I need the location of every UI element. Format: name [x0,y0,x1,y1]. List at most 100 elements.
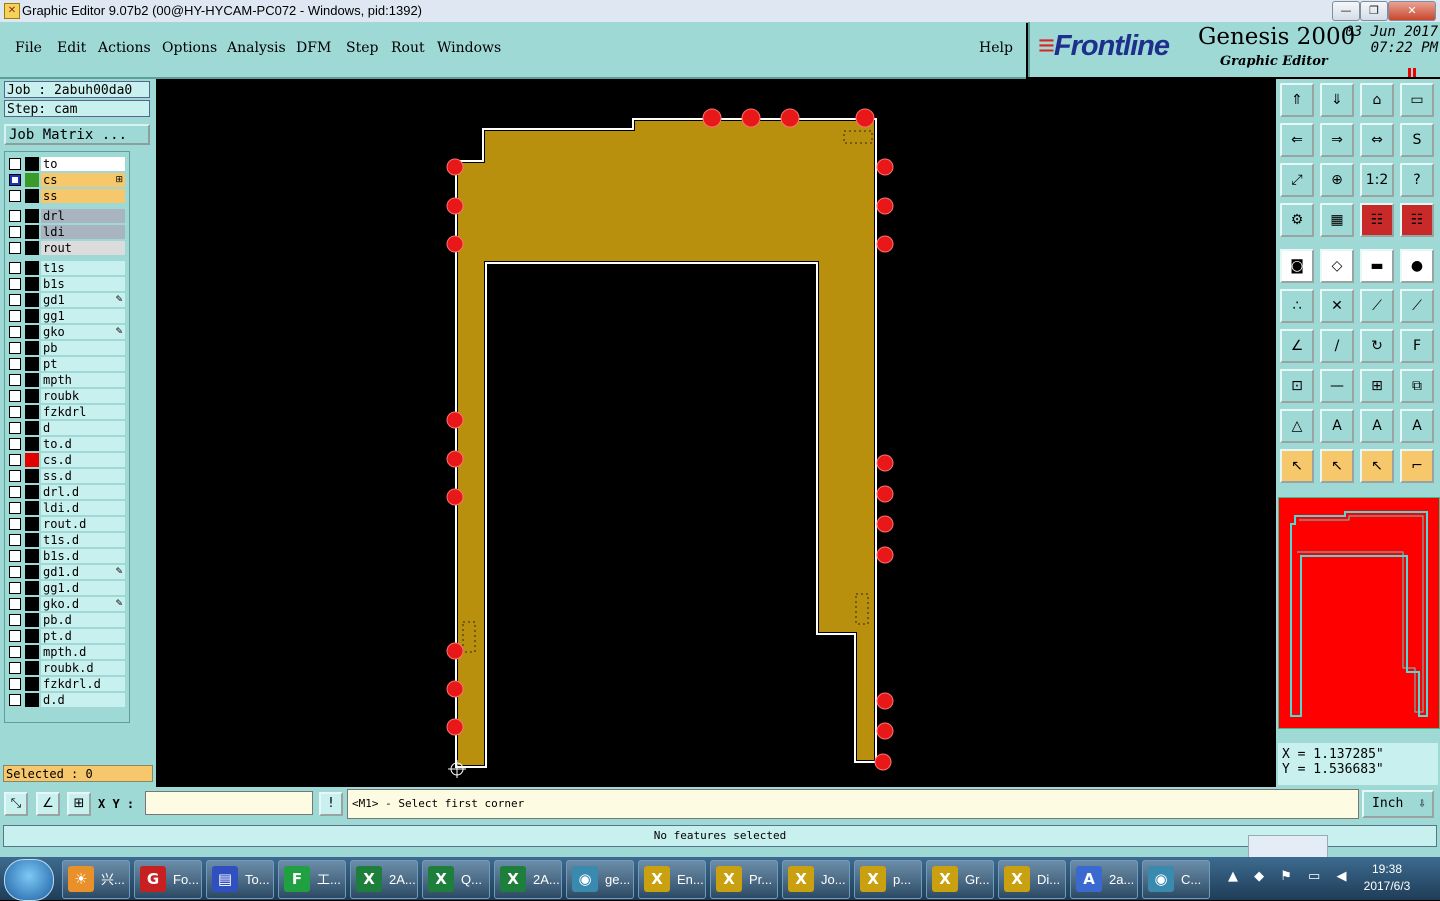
layer-name[interactable]: b1s [41,277,125,291]
taskbar-button[interactable]: X Gr... [926,860,994,899]
layers-alt-tool[interactable]: ☷ [1400,203,1434,237]
layer-row[interactable]: to [7,157,125,171]
layer-name[interactable]: rout [41,241,125,255]
layer-color-swatch[interactable] [25,421,39,435]
layer-row[interactable]: drl [7,209,125,223]
layer-color-swatch[interactable] [25,405,39,419]
pan-left-tool[interactable]: ⇐ [1280,123,1314,157]
layer-checkbox[interactable] [9,534,21,546]
layer-color-swatch[interactable] [25,389,39,403]
taskbar-button[interactable]: A 2a... [1070,860,1138,899]
layer-checkbox[interactable] [9,342,21,354]
layer-name[interactable]: t1s.d [41,533,125,547]
layer-color-swatch[interactable] [25,549,39,563]
page-down-tool[interactable]: ⇓ [1320,83,1354,117]
layer-checkbox[interactable] [9,406,21,418]
layer-name[interactable]: gd1.d ✎ [41,565,125,579]
layer-row[interactable]: pb.d [7,613,125,627]
layer-name[interactable]: gko.d ✎ [41,597,125,611]
layer-color-swatch[interactable] [25,209,39,223]
line-alt-tool[interactable]: ⟋ [1400,289,1434,323]
xy-input[interactable] [145,791,313,815]
home-tool[interactable]: ⌂ [1360,83,1394,117]
layer-row[interactable]: ldi [7,225,125,239]
layer-checkbox[interactable] [9,174,21,186]
layer-name[interactable]: d.d [41,693,125,707]
layer-color-swatch[interactable] [25,469,39,483]
layer-row[interactable]: d [7,421,125,435]
menu-file[interactable]: File [15,40,42,56]
layer-checkbox[interactable] [9,454,21,466]
cross-tool[interactable]: ✕ [1320,289,1354,323]
graphic-canvas[interactable] [156,79,1276,787]
layer-checkbox[interactable] [9,358,21,370]
layer-name[interactable]: b1s.d [41,549,125,563]
layer-row[interactable]: drl.d [7,485,125,499]
triangle-tool[interactable]: △ [1280,409,1314,443]
layer-color-swatch[interactable] [25,661,39,675]
rotate-tool[interactable]: ↻ [1360,329,1394,363]
layer-checkbox[interactable] [9,158,21,170]
taskbar-button[interactable]: F 工... [278,860,346,899]
layer-checkbox[interactable] [9,374,21,386]
layer-color-swatch[interactable] [25,565,39,579]
layer-name[interactable]: rout.d [41,517,125,531]
layer-checkbox[interactable] [9,646,21,658]
layer-row[interactable]: mpth [7,373,125,387]
angle-mode-button[interactable]: ∠ [36,792,60,816]
layer-checkbox[interactable] [9,190,21,202]
taskbar-button[interactable]: ◉ ge... [566,860,634,899]
layer-row[interactable]: pt [7,357,125,371]
layer-checkbox[interactable] [9,486,21,498]
units-selector[interactable]: Inch ⇩ [1362,790,1434,818]
layer-row[interactable]: d.d [7,693,125,707]
minimize-button[interactable]: — [1332,1,1360,21]
layer-name[interactable]: to.d [41,437,125,451]
layer-color-swatch[interactable] [25,645,39,659]
shape-tool[interactable]: ◇ [1320,249,1354,283]
grid-mode-button[interactable]: ⊞ [67,792,91,816]
slash-tool[interactable]: / [1320,329,1354,363]
layer-color-swatch[interactable] [25,173,39,187]
layer-color-swatch[interactable] [25,225,39,239]
layer-row[interactable]: fzkdrl.d [7,677,125,691]
route-tool[interactable]: ⌐ [1400,449,1434,483]
layer-name[interactable]: gg1.d [41,581,125,595]
nodes-tool[interactable]: ∴ [1280,289,1314,323]
copy-tool[interactable]: ⧉ [1400,369,1434,403]
menu-help[interactable]: Help [979,40,1013,56]
menu-dfm[interactable]: DFM [296,40,331,56]
layer-checkbox[interactable] [9,242,21,254]
layer-color-swatch[interactable] [25,485,39,499]
snap-tool[interactable]: S [1400,123,1434,157]
layer-color-swatch[interactable] [25,189,39,203]
taskbar-button[interactable]: X 2A... [350,860,418,899]
layer-name[interactable]: mpth.d [41,645,125,659]
layer-color-swatch[interactable] [25,693,39,707]
layer-checkbox[interactable] [9,582,21,594]
menu-edit[interactable]: Edit [57,40,86,56]
layer-row[interactable]: gg1.d [7,581,125,595]
overview-map[interactable] [1278,497,1440,729]
menu-windows[interactable]: Windows [437,40,501,56]
layer-row[interactable]: cs.d [7,453,125,467]
pointer-tool[interactable]: ↖ [1280,449,1314,483]
taskbar-button[interactable]: X Di... [998,860,1066,899]
hline-tool[interactable]: — [1320,369,1354,403]
pan-right-tool[interactable]: ⇒ [1320,123,1354,157]
layer-color-swatch[interactable] [25,325,39,339]
layer-name[interactable]: ldi [41,225,125,239]
layer-row[interactable]: b1s [7,277,125,291]
layer-color-swatch[interactable] [25,581,39,595]
layer-checkbox[interactable] [9,210,21,222]
layer-color-swatch[interactable] [25,453,39,467]
layer-color-swatch[interactable] [25,261,39,275]
layer-row[interactable]: roubk [7,389,125,403]
layer-name[interactable]: t1s [41,261,125,275]
layers-tool[interactable]: ☷ [1360,203,1394,237]
help-tool[interactable]: ? [1400,163,1434,197]
taskbar-button[interactable]: X En... [638,860,706,899]
alert-button[interactable]: ! [319,792,343,816]
taskbar-button[interactable]: ◉ C... [1142,860,1210,899]
layer-checkbox[interactable] [9,518,21,530]
